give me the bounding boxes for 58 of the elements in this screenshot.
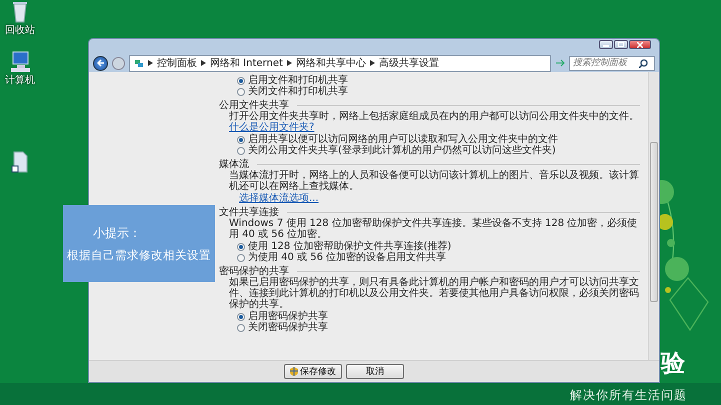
section-heading: 文件共享连接: [219, 207, 279, 218]
cancel-button[interactable]: 取消: [346, 364, 404, 379]
chevron-icon: [286, 60, 292, 66]
minimize-button[interactable]: [599, 40, 613, 49]
brand-text: 验: [661, 350, 685, 376]
minimize-icon: [603, 42, 609, 46]
help-link[interactable]: 什么是公用文件夹?: [229, 122, 314, 133]
section-heading: 媒体流: [219, 159, 249, 170]
section-description: 如果已启用密码保护的共享，则只有具备此计算机的用户帐户和密码的用户才可以访问共享文件、连接到此计算机的打印机以及公用文件夹。若要使其他用户具备访问权限，必须关闭密码保护的共享。: [229, 277, 640, 310]
breadcrumb-item[interactable]: 网络和 Internet: [210, 56, 283, 70]
radio-button[interactable]: [237, 254, 245, 262]
radio-button[interactable]: [237, 146, 245, 154]
close-button[interactable]: [629, 40, 651, 49]
section-description: 打开公用文件夹共享时，网络上包括家庭组成员在内的用户都可以访问公用文件夹中的文件。 什么是公用文件夹?: [229, 111, 640, 133]
icon-label[interactable]: 计算机: [5, 75, 35, 86]
section-description: Windows 7 使用 128 位加密帮助保护文件共享连接。某些设备不支持 128 位加密，必须使用 40 或 56 位加密。: [229, 218, 638, 240]
radio-button[interactable]: [237, 242, 245, 250]
option-label: 关闭公用文件夹共享(登录到此计算机的用户仍然可以访问这些文件夹): [248, 145, 556, 156]
go-arrow-icon: [555, 59, 565, 67]
chevron-icon: [148, 60, 153, 66]
radio-button[interactable]: [237, 76, 245, 84]
tip-title: 小提示：: [93, 226, 141, 240]
back-arrow-icon: [96, 59, 104, 67]
chevron-icon: [201, 60, 206, 66]
option-label: 使用 128 位加密帮助保护文件共享连接(推荐): [248, 241, 452, 252]
slogan-text: 解决你所有生活问题: [570, 388, 687, 402]
chevron-icon: [370, 60, 375, 66]
section-heading: 密码保护的共享: [219, 266, 289, 277]
maximize-button[interactable]: [614, 40, 628, 49]
file-icon: [10, 150, 30, 174]
network-icon: [134, 58, 144, 68]
search-icon: [639, 58, 648, 68]
section-description: 当媒体流打开时，网络上的人员和设备便可以访问该计算机上的图片、音乐以及视频。该计算机还可以在网络上查找媒体。: [229, 170, 640, 192]
option-label: 启用密码保护共享: [248, 311, 328, 322]
radio-button[interactable]: [237, 312, 245, 320]
option-label: 启用共享以便可以访问网络的用户可以读取和写入公用文件夹中的文件: [248, 134, 558, 145]
breadcrumb-item[interactable]: 高级共享设置: [378, 56, 439, 70]
shield-icon: [290, 367, 298, 376]
radio-button[interactable]: [237, 324, 245, 332]
radio-button[interactable]: [237, 88, 245, 96]
maximize-icon: [618, 42, 624, 47]
radio-button[interactable]: [237, 136, 245, 144]
recycle-bin-icon: [10, 0, 30, 24]
media-options-link[interactable]: 选择媒体流选项...: [239, 193, 319, 204]
tip-text: 根据自己需求修改相关设置: [67, 248, 211, 262]
breadcrumb-item[interactable]: 网络和共享中心: [296, 56, 366, 70]
back-button[interactable]: [93, 56, 108, 70]
option-label: 关闭密码保护共享: [248, 322, 328, 333]
computer-icon: [10, 50, 30, 74]
section-heading: 公用文件夹共享: [219, 100, 289, 111]
option-label: 关闭文件和打印机共享: [248, 86, 348, 97]
icon-label[interactable]: 回收站: [5, 25, 35, 36]
close-icon: [637, 42, 643, 48]
option-label: 启用文件和打印机共享: [248, 75, 348, 86]
address-bar[interactable]: 控制面板 网络和 Internet 网络和共享中心 高级共享设置: [129, 54, 551, 72]
option-label: 为使用 40 或 56 位加密的设备启用文件共享: [248, 252, 446, 263]
breadcrumb-item[interactable]: 控制面板: [157, 56, 197, 70]
save-button[interactable]: 保存修改: [284, 364, 342, 379]
